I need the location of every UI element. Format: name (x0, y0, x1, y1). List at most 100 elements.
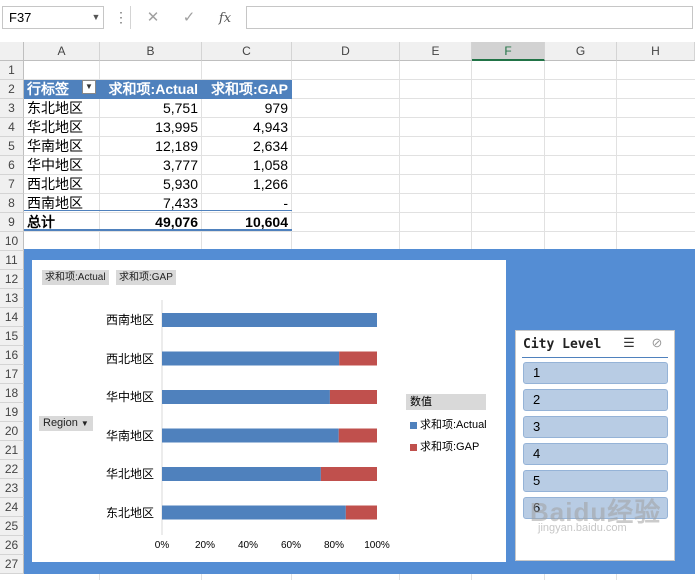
row-header-4[interactable]: 4 (0, 118, 24, 137)
row-header-9[interactable]: 9 (0, 213, 24, 232)
row-header-17[interactable]: 17 (0, 365, 24, 384)
row-header-2[interactable]: 2 (0, 80, 24, 99)
row-header-21[interactable]: 21 (0, 441, 24, 460)
row-header-1[interactable]: 1 (0, 61, 24, 80)
row-header-24[interactable]: 24 (0, 498, 24, 517)
bar-actual[interactable] (162, 390, 330, 404)
row-header-11[interactable]: 11 (0, 251, 24, 270)
formula-bar-divider (130, 6, 131, 29)
legend-label-gap: 求和项:GAP (420, 441, 480, 453)
pivot-row-label[interactable]: 西北地区 (24, 175, 100, 194)
x-tick-label: 100% (364, 540, 390, 551)
multi-select-icon[interactable]: ☰ (620, 335, 638, 353)
row-header-15[interactable]: 15 (0, 327, 24, 346)
formula-input[interactable] (246, 6, 693, 29)
pivot-cell-actual[interactable]: 5,930 (100, 175, 202, 194)
row-header-23[interactable]: 23 (0, 479, 24, 498)
row-header-3[interactable]: 3 (0, 99, 24, 118)
enter-icon[interactable]: ✓ (174, 6, 204, 29)
row-label-filter-icon[interactable]: ▼ (82, 80, 96, 94)
pivot-cell-gap[interactable]: 1,266 (202, 175, 292, 194)
cancel-icon[interactable]: ✕ (138, 6, 168, 29)
legend-swatch-gap (410, 443, 417, 451)
pivot-row-label[interactable]: 华北地区 (24, 118, 100, 137)
pivot-header-gap[interactable]: 求和项:GAP (202, 80, 292, 99)
pivot-cell-actual[interactable]: 5,751 (100, 99, 202, 118)
row-header-26[interactable]: 26 (0, 536, 24, 555)
column-header-e[interactable]: E (400, 42, 472, 61)
bar-gap[interactable] (338, 428, 377, 443)
insert-function-button[interactable]: fx (210, 6, 240, 29)
bar-actual[interactable] (162, 351, 340, 366)
bar-gap[interactable] (345, 505, 377, 520)
column-header-a[interactable]: A (24, 42, 100, 61)
category-label: 华中地区 (105, 390, 154, 404)
column-header-b[interactable]: B (100, 42, 202, 61)
pivot-cell-actual[interactable]: 13,995 (100, 118, 202, 137)
watermark-subtext: jingyan.baidu.com (538, 522, 627, 534)
legend-item-actual[interactable]: 求和项:Actual (410, 416, 487, 432)
column-header-g[interactable]: G (545, 42, 617, 61)
x-tick-label: 0% (154, 540, 170, 551)
bar-gap[interactable] (339, 351, 377, 366)
row-header-16[interactable]: 16 (0, 346, 24, 365)
pivot-chart[interactable]: 求和项:Actual 求和项:GAP Region ▼ 西南地区 西北地区 华中地区… (32, 260, 506, 562)
select-all-corner[interactable] (0, 42, 24, 61)
slicer-item-2[interactable]: 2 (523, 389, 668, 411)
bar-gap[interactable] (329, 390, 377, 404)
slicer-item-4[interactable]: 4 (523, 443, 668, 465)
row-header-7[interactable]: 7 (0, 175, 24, 194)
bar-actual[interactable] (162, 428, 339, 443)
legend-label-actual: 求和项:Actual (420, 419, 487, 431)
column-header-f[interactable]: F (472, 42, 545, 61)
pivot-cell-gap[interactable]: 1,058 (202, 156, 292, 175)
column-header-h[interactable]: H (617, 42, 695, 61)
slicer-item-1[interactable]: 1 (523, 362, 668, 384)
bar-actual[interactable] (162, 505, 346, 520)
column-header-d[interactable]: D (292, 42, 400, 61)
formula-bar-grip-icon[interactable]: ⋮ (114, 6, 128, 29)
row-header-10[interactable]: 10 (0, 232, 24, 251)
bar-actual[interactable] (162, 467, 321, 481)
slicer-item-3[interactable]: 3 (523, 416, 668, 438)
name-box-dropdown-icon[interactable]: ▼ (88, 6, 104, 29)
pivot-row-label[interactable]: 华中地区 (24, 156, 100, 175)
row-header-6[interactable]: 6 (0, 156, 24, 175)
clear-filter-icon[interactable]: ⊘ (648, 335, 666, 353)
pivot-cell-gap[interactable]: 2,634 (202, 137, 292, 156)
row-header-8[interactable]: 8 (0, 194, 24, 213)
row-header-5[interactable]: 5 (0, 137, 24, 156)
category-label: 华北地区 (105, 467, 154, 481)
row-header-19[interactable]: 19 (0, 403, 24, 422)
formula-bar: F37 ▼ ⋮ ✕ ✓ fx (0, 0, 695, 40)
row-header-18[interactable]: 18 (0, 384, 24, 403)
category-label: 西北地区 (105, 351, 154, 366)
total-divider (24, 210, 292, 211)
pivot-row-label[interactable]: 华南地区 (24, 137, 100, 156)
row-header-12[interactable]: 12 (0, 270, 24, 289)
slicer-item-5[interactable]: 5 (523, 470, 668, 492)
row-header-14[interactable]: 14 (0, 308, 24, 327)
row-header-27[interactable]: 27 (0, 555, 24, 574)
bar-actual[interactable] (162, 313, 377, 327)
row-header-25[interactable]: 25 (0, 517, 24, 536)
pivot-cell-actual[interactable]: 3,777 (100, 156, 202, 175)
category-label: 华南地区 (105, 428, 154, 443)
category-label: 西南地区 (105, 313, 154, 327)
table-bottom-border (24, 229, 292, 231)
x-tick-label: 20% (194, 540, 215, 551)
pivot-header-actual[interactable]: 求和项:Actual (100, 80, 202, 99)
pivot-cell-gap[interactable]: 4,943 (202, 118, 292, 137)
legend-item-gap[interactable]: 求和项:GAP (410, 438, 479, 454)
x-tick-label: 40% (237, 540, 258, 551)
pivot-row-label[interactable]: 东北地区 (24, 99, 100, 118)
pivot-cell-gap[interactable]: 979 (202, 99, 292, 118)
column-header-c[interactable]: C (202, 42, 292, 61)
legend-title[interactable]: 数值 (406, 394, 486, 410)
row-header-20[interactable]: 20 (0, 422, 24, 441)
row-header-22[interactable]: 22 (0, 460, 24, 479)
row-header-13[interactable]: 13 (0, 289, 24, 308)
pivot-cell-actual[interactable]: 12,189 (100, 137, 202, 156)
category-label: 东北地区 (105, 505, 154, 520)
bar-gap[interactable] (320, 467, 377, 481)
